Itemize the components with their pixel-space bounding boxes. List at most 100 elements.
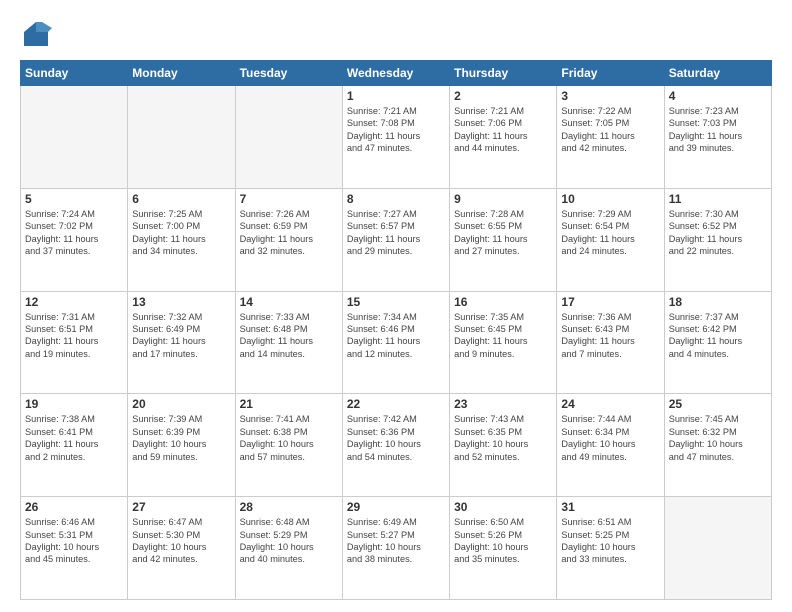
day-number: 27 <box>132 500 230 514</box>
day-info: Sunrise: 7:25 AM Sunset: 7:00 PM Dayligh… <box>132 208 230 258</box>
day-number: 19 <box>25 397 123 411</box>
day-number: 8 <box>347 192 445 206</box>
day-info: Sunrise: 7:21 AM Sunset: 7:08 PM Dayligh… <box>347 105 445 155</box>
day-header-friday: Friday <box>557 61 664 86</box>
day-header-row: SundayMondayTuesdayWednesdayThursdayFrid… <box>21 61 772 86</box>
day-header-sunday: Sunday <box>21 61 128 86</box>
day-info: Sunrise: 7:44 AM Sunset: 6:34 PM Dayligh… <box>561 413 659 463</box>
day-number: 25 <box>669 397 767 411</box>
calendar-cell: 7 Sunrise: 7:26 AM Sunset: 6:59 PM Daylig… <box>235 188 342 291</box>
calendar-cell <box>664 497 771 600</box>
day-info: Sunrise: 7:26 AM Sunset: 6:59 PM Dayligh… <box>240 208 338 258</box>
calendar-cell: 4 Sunrise: 7:23 AM Sunset: 7:03 PM Daylig… <box>664 86 771 189</box>
day-number: 18 <box>669 295 767 309</box>
calendar-cell: 31 Sunrise: 6:51 AM Sunset: 5:25 PM Dayli… <box>557 497 664 600</box>
day-info: Sunrise: 7:28 AM Sunset: 6:55 PM Dayligh… <box>454 208 552 258</box>
day-number: 9 <box>454 192 552 206</box>
calendar-cell: 19 Sunrise: 7:38 AM Sunset: 6:41 PM Dayli… <box>21 394 128 497</box>
calendar-cell: 16 Sunrise: 7:35 AM Sunset: 6:45 PM Dayli… <box>450 291 557 394</box>
calendar-cell: 5 Sunrise: 7:24 AM Sunset: 7:02 PM Daylig… <box>21 188 128 291</box>
day-number: 26 <box>25 500 123 514</box>
day-number: 24 <box>561 397 659 411</box>
day-number: 2 <box>454 89 552 103</box>
calendar-cell: 27 Sunrise: 6:47 AM Sunset: 5:30 PM Dayli… <box>128 497 235 600</box>
day-info: Sunrise: 7:43 AM Sunset: 6:35 PM Dayligh… <box>454 413 552 463</box>
day-info: Sunrise: 6:47 AM Sunset: 5:30 PM Dayligh… <box>132 516 230 566</box>
day-header-tuesday: Tuesday <box>235 61 342 86</box>
day-number: 4 <box>669 89 767 103</box>
week-row-4: 19 Sunrise: 7:38 AM Sunset: 6:41 PM Dayli… <box>21 394 772 497</box>
calendar-cell: 8 Sunrise: 7:27 AM Sunset: 6:57 PM Daylig… <box>342 188 449 291</box>
day-info: Sunrise: 6:46 AM Sunset: 5:31 PM Dayligh… <box>25 516 123 566</box>
day-info: Sunrise: 7:42 AM Sunset: 6:36 PM Dayligh… <box>347 413 445 463</box>
day-info: Sunrise: 7:32 AM Sunset: 6:49 PM Dayligh… <box>132 311 230 361</box>
day-info: Sunrise: 6:50 AM Sunset: 5:26 PM Dayligh… <box>454 516 552 566</box>
week-row-1: 1Sunrise: 7:21 AM Sunset: 7:08 PM Daylig… <box>21 86 772 189</box>
day-number: 5 <box>25 192 123 206</box>
day-info: Sunrise: 7:22 AM Sunset: 7:05 PM Dayligh… <box>561 105 659 155</box>
calendar-cell: 11 Sunrise: 7:30 AM Sunset: 6:52 PM Dayli… <box>664 188 771 291</box>
day-number: 3 <box>561 89 659 103</box>
calendar-cell: 26 Sunrise: 6:46 AM Sunset: 5:31 PM Dayli… <box>21 497 128 600</box>
day-info: Sunrise: 7:33 AM Sunset: 6:48 PM Dayligh… <box>240 311 338 361</box>
day-number: 10 <box>561 192 659 206</box>
logo-icon <box>20 18 52 50</box>
calendar-cell: 18 Sunrise: 7:37 AM Sunset: 6:42 PM Dayli… <box>664 291 771 394</box>
calendar-cell: 13Sunrise: 7:32 AM Sunset: 6:49 PM Dayli… <box>128 291 235 394</box>
day-info: Sunrise: 7:39 AM Sunset: 6:39 PM Dayligh… <box>132 413 230 463</box>
day-number: 14 <box>240 295 338 309</box>
day-number: 17 <box>561 295 659 309</box>
day-info: Sunrise: 6:51 AM Sunset: 5:25 PM Dayligh… <box>561 516 659 566</box>
calendar: SundayMondayTuesdayWednesdayThursdayFrid… <box>20 60 772 600</box>
day-number: 20 <box>132 397 230 411</box>
calendar-cell: 15Sunrise: 7:34 AM Sunset: 6:46 PM Dayli… <box>342 291 449 394</box>
day-number: 11 <box>669 192 767 206</box>
day-info: Sunrise: 7:36 AM Sunset: 6:43 PM Dayligh… <box>561 311 659 361</box>
day-number: 31 <box>561 500 659 514</box>
day-number: 22 <box>347 397 445 411</box>
week-row-2: 5 Sunrise: 7:24 AM Sunset: 7:02 PM Daylig… <box>21 188 772 291</box>
calendar-cell: 30Sunrise: 6:50 AM Sunset: 5:26 PM Dayli… <box>450 497 557 600</box>
calendar-cell: 12 Sunrise: 7:31 AM Sunset: 6:51 PM Dayli… <box>21 291 128 394</box>
day-info: Sunrise: 7:37 AM Sunset: 6:42 PM Dayligh… <box>669 311 767 361</box>
day-info: Sunrise: 7:21 AM Sunset: 7:06 PM Dayligh… <box>454 105 552 155</box>
calendar-cell: 3 Sunrise: 7:22 AM Sunset: 7:05 PM Daylig… <box>557 86 664 189</box>
day-info: Sunrise: 6:49 AM Sunset: 5:27 PM Dayligh… <box>347 516 445 566</box>
logo <box>20 18 56 50</box>
day-number: 21 <box>240 397 338 411</box>
calendar-cell <box>235 86 342 189</box>
page: SundayMondayTuesdayWednesdayThursdayFrid… <box>0 0 792 612</box>
day-number: 12 <box>25 295 123 309</box>
day-info: Sunrise: 7:35 AM Sunset: 6:45 PM Dayligh… <box>454 311 552 361</box>
header <box>20 18 772 50</box>
day-header-thursday: Thursday <box>450 61 557 86</box>
day-info: Sunrise: 7:31 AM Sunset: 6:51 PM Dayligh… <box>25 311 123 361</box>
calendar-cell: 9 Sunrise: 7:28 AM Sunset: 6:55 PM Daylig… <box>450 188 557 291</box>
day-info: Sunrise: 7:27 AM Sunset: 6:57 PM Dayligh… <box>347 208 445 258</box>
day-header-wednesday: Wednesday <box>342 61 449 86</box>
day-info: Sunrise: 7:45 AM Sunset: 6:32 PM Dayligh… <box>669 413 767 463</box>
calendar-cell: 21Sunrise: 7:41 AM Sunset: 6:38 PM Dayli… <box>235 394 342 497</box>
day-number: 16 <box>454 295 552 309</box>
day-number: 15 <box>347 295 445 309</box>
week-row-5: 26 Sunrise: 6:46 AM Sunset: 5:31 PM Dayli… <box>21 497 772 600</box>
calendar-cell <box>21 86 128 189</box>
day-info: Sunrise: 7:38 AM Sunset: 6:41 PM Dayligh… <box>25 413 123 463</box>
calendar-cell: 6 Sunrise: 7:25 AM Sunset: 7:00 PM Daylig… <box>128 188 235 291</box>
day-number: 6 <box>132 192 230 206</box>
day-info: Sunrise: 7:23 AM Sunset: 7:03 PM Dayligh… <box>669 105 767 155</box>
day-info: Sunrise: 7:29 AM Sunset: 6:54 PM Dayligh… <box>561 208 659 258</box>
day-number: 7 <box>240 192 338 206</box>
day-info: Sunrise: 7:24 AM Sunset: 7:02 PM Dayligh… <box>25 208 123 258</box>
calendar-cell: 24 Sunrise: 7:44 AM Sunset: 6:34 PM Dayli… <box>557 394 664 497</box>
day-number: 29 <box>347 500 445 514</box>
calendar-cell: 14 Sunrise: 7:33 AM Sunset: 6:48 PM Dayli… <box>235 291 342 394</box>
day-number: 23 <box>454 397 552 411</box>
calendar-cell <box>128 86 235 189</box>
calendar-cell: 10 Sunrise: 7:29 AM Sunset: 6:54 PM Dayli… <box>557 188 664 291</box>
calendar-cell: 22 Sunrise: 7:42 AM Sunset: 6:36 PM Dayli… <box>342 394 449 497</box>
day-info: Sunrise: 6:48 AM Sunset: 5:29 PM Dayligh… <box>240 516 338 566</box>
day-info: Sunrise: 7:30 AM Sunset: 6:52 PM Dayligh… <box>669 208 767 258</box>
day-header-monday: Monday <box>128 61 235 86</box>
day-number: 28 <box>240 500 338 514</box>
